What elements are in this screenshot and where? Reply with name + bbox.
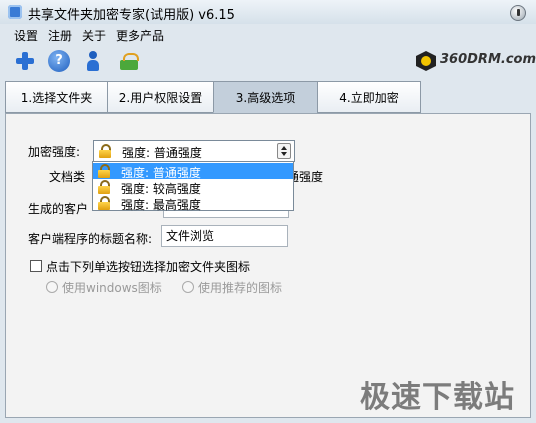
menu-more-products[interactable]: 更多产品 [116, 27, 164, 44]
menu-about[interactable]: 关于 [82, 27, 106, 44]
title-bar: 共享文件夹加密专家(试用版) v6.15 [0, 0, 536, 24]
radio-recommended-icon[interactable] [182, 281, 194, 293]
strength-dropdown-list: 强度: 普通强度 强度: 较高强度 强度: 最高强度 [92, 161, 294, 212]
menu-bar: 设置 注册 关于 更多产品 [0, 24, 536, 46]
option-normal[interactable]: 强度: 普通强度 [93, 163, 293, 180]
option-high[interactable]: 强度: 较高强度 [93, 179, 293, 196]
tab-user-permissions[interactable]: 2.用户权限设置 [107, 81, 214, 113]
doc-type-label: 文档类 [49, 170, 86, 184]
lock-icon [99, 144, 111, 158]
icon-checkbox[interactable] [30, 260, 42, 272]
brand-logo: 360DRM.com [416, 50, 536, 74]
client-title-label: 客户端程序的标题名称: [28, 232, 153, 246]
menu-settings[interactable]: 设置 [14, 27, 38, 44]
lock-icon [98, 180, 110, 194]
menu-register[interactable]: 注册 [48, 27, 72, 44]
option-highest[interactable]: 强度: 最高强度 [93, 195, 293, 212]
tab-bar: 1.选择文件夹 2.用户权限设置 3.高级选项 4.立即加密 [0, 81, 536, 114]
user-icon[interactable] [82, 50, 104, 72]
radio-windows-label: 使用windows图标 [62, 281, 162, 295]
chevron-updown-icon[interactable] [277, 143, 291, 159]
lock-icon [98, 196, 110, 210]
window-title: 共享文件夹加密专家(试用版) v6.15 [28, 8, 235, 23]
watermark-text: 极速下载站 [360, 380, 515, 415]
strength-label: 加密强度: [28, 145, 81, 159]
app-shield-icon [8, 5, 22, 19]
option-highest-label: 强度: 最高强度 [121, 198, 201, 212]
power-icon[interactable] [510, 5, 526, 21]
icon-checkbox-label: 点击下列单选按钮选择加密文件夹图标 [46, 260, 251, 274]
brand-text: 360DRM.com [440, 52, 536, 67]
client-title-input[interactable]: 文件浏览 [161, 225, 288, 247]
plus-icon[interactable] [14, 50, 36, 72]
client-name-label: 生成的客户 [28, 202, 89, 216]
tab-advanced-options[interactable]: 3.高级选项 [213, 81, 318, 113]
tab-select-folder[interactable]: 1.选择文件夹 [5, 81, 108, 113]
brand-icon [416, 51, 436, 71]
tab-encrypt-now[interactable]: 4.立即加密 [317, 81, 421, 113]
lock-icon [98, 164, 110, 178]
radio-recommended-label: 使用推荐的图标 [198, 281, 283, 295]
help-icon[interactable]: ? [48, 50, 70, 72]
strength-select-value: 强度: 普通强度 [122, 146, 202, 160]
basket-icon[interactable] [118, 50, 140, 72]
strength-select[interactable]: 强度: 普通强度 [93, 140, 295, 162]
radio-windows-icon[interactable] [46, 281, 58, 293]
